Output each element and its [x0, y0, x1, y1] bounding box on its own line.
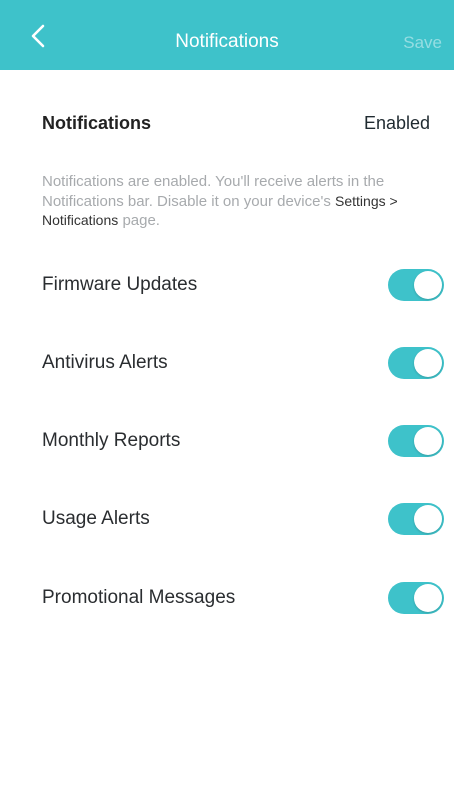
usage-alerts-switch[interactable]: [388, 503, 444, 535]
toggle-label: Monthly Reports: [42, 430, 181, 451]
toggle-row-monthly-reports: Monthly Reports: [42, 421, 444, 461]
switch-knob: [414, 584, 442, 612]
firmware-updates-switch[interactable]: [388, 269, 444, 301]
toggle-row-promotional-messages: Promotional Messages: [42, 578, 444, 618]
toggle-label: Firmware Updates: [42, 274, 198, 295]
switch-knob: [414, 349, 442, 377]
switch-knob: [414, 271, 442, 299]
description-text: Notifications are enabled. You'll receiv…: [42, 173, 385, 210]
switch-knob: [414, 505, 442, 533]
notifications-description: Notifications are enabled. You'll receiv…: [42, 172, 434, 231]
notifications-status: Enabled: [363, 113, 430, 133]
toggle-row-usage-alerts: Usage Alerts: [42, 499, 444, 539]
monthly-reports-switch[interactable]: [388, 425, 444, 457]
header-bar: Notifications Save: [0, 0, 454, 70]
antivirus-alerts-switch[interactable]: [388, 347, 444, 379]
toggle-label: Antivirus Alerts: [42, 352, 168, 373]
notifications-status-row: Notifications Enabled: [42, 112, 430, 136]
page-title: Notifications: [175, 31, 279, 52]
toggle-row-firmware-updates: Firmware Updates: [42, 265, 444, 305]
description-suffix: page.: [122, 212, 160, 229]
save-button[interactable]: Save: [403, 32, 442, 54]
toggle-label: Usage Alerts: [42, 508, 150, 529]
toggle-row-antivirus-alerts: Antivirus Alerts: [42, 343, 444, 383]
notifications-screen: Notifications Save Notifications Enabled…: [0, 0, 454, 808]
notifications-label: Notifications: [42, 113, 152, 133]
toggle-label: Promotional Messages: [42, 587, 236, 608]
promotional-messages-switch[interactable]: [388, 582, 444, 614]
switch-knob: [414, 427, 442, 455]
